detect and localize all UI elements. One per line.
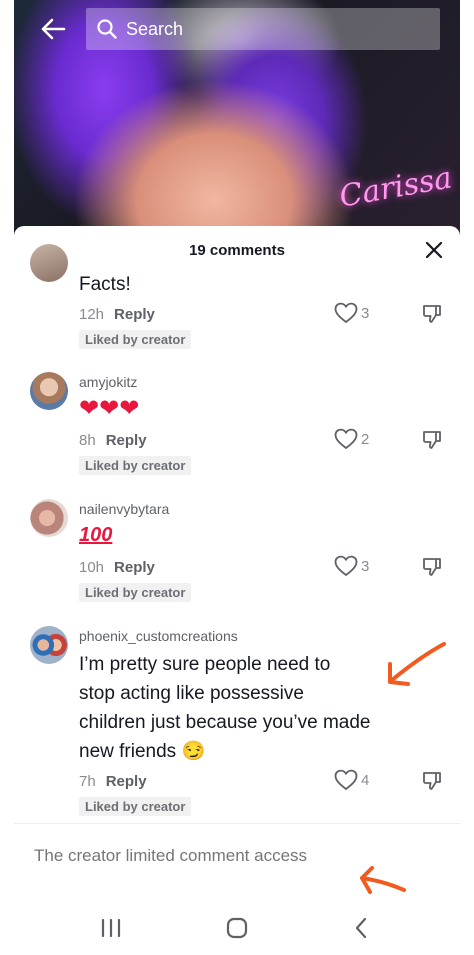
comment-time: 7h — [79, 773, 96, 790]
like-count: 3 — [361, 557, 370, 575]
comment-text: ❤❤❤ — [79, 395, 140, 422]
like-button[interactable]: 3 — [334, 302, 369, 324]
search-placeholder: Search — [126, 18, 184, 39]
comments-count-title: 19 comments — [189, 242, 285, 259]
comment-meta: 10h Reply — [79, 559, 155, 576]
like-button[interactable]: 4 — [334, 769, 369, 791]
reply-button[interactable]: Reply — [106, 432, 147, 449]
annotation-arrow-icon — [388, 642, 446, 686]
system-nav-bar — [0, 900, 474, 955]
search-input[interactable]: Search — [86, 8, 440, 50]
heart-outline-icon — [334, 302, 358, 324]
comment-meta: 7h Reply — [79, 773, 147, 790]
comment-meta: 8h Reply — [79, 432, 147, 449]
recent-apps-button[interactable] — [96, 914, 126, 942]
nav-back-button[interactable] — [346, 914, 376, 942]
comment-username: phoenix_customcreations — [79, 628, 238, 644]
search-icon — [96, 18, 118, 40]
home-button[interactable] — [222, 914, 252, 942]
like-count: 2 — [361, 430, 370, 448]
dislike-icon[interactable] — [421, 429, 443, 451]
arrow-left-icon — [41, 18, 66, 40]
like-count: 4 — [361, 771, 370, 789]
annotation-arrow-icon — [360, 866, 406, 894]
back-button[interactable] — [38, 14, 68, 44]
divider — [14, 823, 460, 824]
like-count: 3 — [361, 304, 370, 322]
video-overlay-text: Carissa — [336, 160, 455, 215]
reply-button[interactable]: Reply — [114, 559, 155, 576]
comment-item: Facts! 12h Reply Liked by creator 3 — [14, 244, 460, 356]
avatar[interactable] — [30, 372, 68, 410]
avatar[interactable] — [30, 244, 68, 282]
close-button[interactable] — [422, 238, 446, 262]
liked-by-creator-badge: Liked by creator — [79, 797, 192, 816]
comment-meta: 12h Reply — [79, 306, 155, 323]
home-icon — [226, 917, 248, 939]
comments-panel: 19 comments Facts! 12h Reply Liked by cre… — [14, 226, 460, 955]
heart-outline-icon — [334, 769, 358, 791]
comment-time: 12h — [79, 306, 105, 323]
comment-item: amyjokitz ❤❤❤ 8h Reply Liked by creator 2 — [14, 372, 460, 482]
comment-text-line: children just because you’ve made — [79, 712, 371, 733]
heart-outline-icon — [334, 428, 358, 450]
comment-text: Facts! — [79, 274, 131, 295]
dislike-icon[interactable] — [421, 770, 443, 792]
liked-by-creator-badge: Liked by creator — [79, 456, 192, 475]
reply-button[interactable]: Reply — [106, 773, 147, 790]
comment-username: nailenvybytara — [79, 501, 170, 517]
dislike-icon[interactable] — [421, 556, 443, 578]
heart-outline-icon — [334, 555, 358, 577]
comment-text-line: stop acting like possessive — [79, 683, 304, 704]
comment-text: 100 — [79, 524, 113, 546]
comment-text-line: new friends 😏 — [79, 741, 206, 762]
comment-item: nailenvybytara 100 10h Reply Liked by cre… — [14, 499, 460, 609]
comment-time: 10h — [79, 559, 105, 576]
comment-text-line: I’m pretty sure people need to — [79, 654, 331, 675]
close-icon — [425, 241, 443, 259]
like-button[interactable]: 2 — [334, 428, 369, 450]
avatar[interactable] — [30, 626, 68, 664]
avatar[interactable] — [30, 499, 68, 537]
liked-by-creator-badge: Liked by creator — [79, 330, 192, 349]
reply-button[interactable]: Reply — [114, 306, 155, 323]
dislike-icon[interactable] — [421, 303, 443, 325]
comment-username: amyjokitz — [79, 374, 138, 390]
recent-apps-icon — [101, 918, 121, 938]
comment-time: 8h — [79, 432, 96, 449]
comment-access-notice: The creator limited comment access — [34, 846, 308, 865]
like-button[interactable]: 3 — [334, 555, 369, 577]
liked-by-creator-badge: Liked by creator — [79, 583, 192, 602]
back-chevron-icon — [355, 917, 367, 939]
